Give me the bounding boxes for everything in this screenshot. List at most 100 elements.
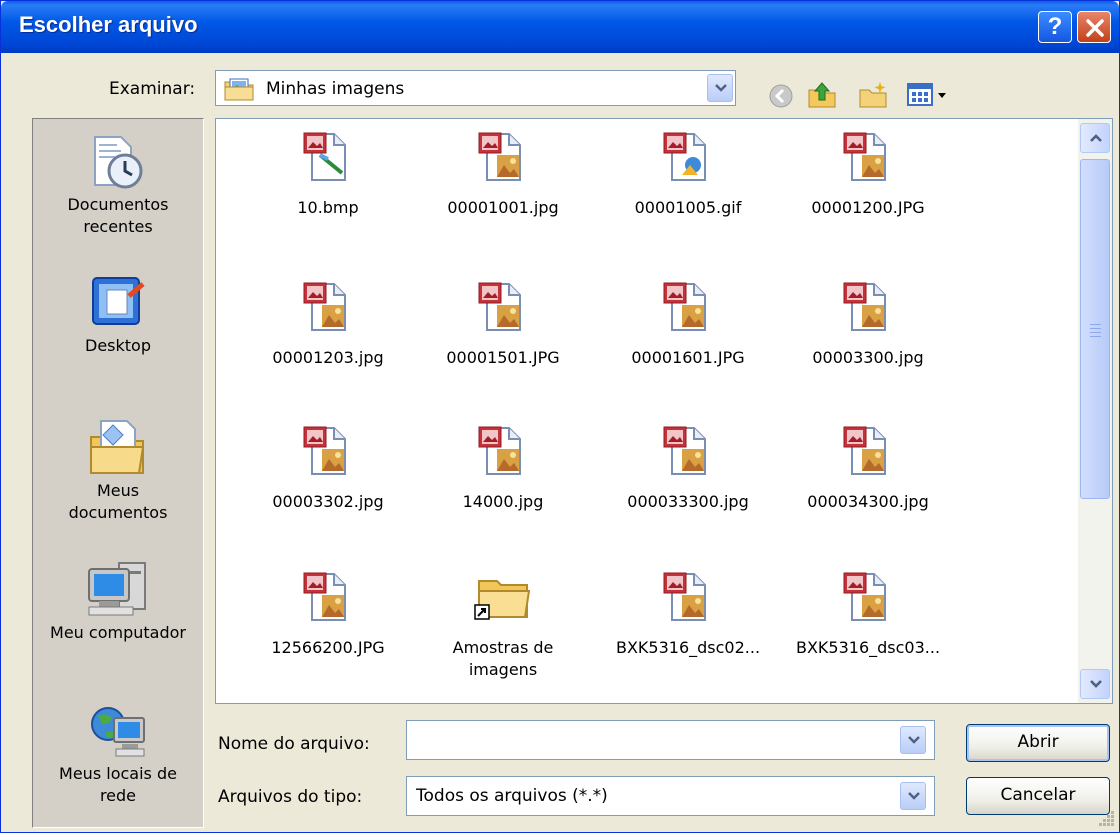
chevron-up-icon [1090,134,1102,142]
lookin-label: Examinar: [109,79,196,99]
file-name: 12566200.JPG [271,638,385,657]
jpg-file-icon [663,572,706,621]
new-folder-icon[interactable] [858,80,888,110]
places-bar: Documentos recentes Desktop Meus documen… [32,118,204,828]
file-name: BXK5316_dsc03... [795,638,941,657]
filetype-select[interactable]: Todos os arquivos (*.*) [406,776,935,816]
place-label: Desktop [85,336,151,355]
file-item[interactable]: 00001200.JPG [774,131,962,219]
folder-shortcut-icon [474,580,531,620]
bmp-file-icon [303,132,346,181]
view-menu-icon[interactable] [906,81,952,109]
filetype-dropdown-button[interactable] [900,782,926,810]
open-button[interactable]: Abrir [966,724,1110,762]
recent-documents-icon [94,136,143,189]
jpg-file-icon [663,282,706,331]
file-name: 000034300.jpg [807,492,929,511]
window-title: Escolher arquivo [19,12,198,37]
filename-input[interactable] [406,720,935,760]
network-places-icon [91,707,145,757]
scroll-thumb[interactable] [1080,159,1110,499]
scroll-up-button[interactable] [1080,123,1110,153]
lookin-dropdown[interactable]: Minhas imagens [215,70,736,106]
close-button[interactable] [1077,11,1111,43]
file-item[interactable]: 00001501.JPG [409,281,597,369]
file-name: 00001601.JPG [631,348,745,367]
place-label: Meus locais de rede [59,764,177,805]
chevron-down-icon [908,736,920,744]
place-network[interactable]: Meus locais de rede [33,704,203,807]
my-pictures-folder-icon [224,78,254,101]
file-item[interactable]: 000034300.jpg [774,425,962,513]
file-name: 00001005.gif [634,198,742,217]
place-label: Meus documentos [68,481,168,522]
jpg-file-icon [478,426,521,475]
file-name: 00003300.jpg [812,348,924,367]
filetype-value: Todos os arquivos (*.*) [416,786,608,806]
file-name: 10.bmp [297,198,359,217]
file-name: 00001501.JPG [446,348,560,367]
chevron-down-icon [1090,680,1102,688]
file-name: BXK5316_dsc02... [615,638,761,657]
my-computer-icon [88,562,146,616]
place-label: Meu computador [50,623,186,642]
file-item[interactable]: 00001601.JPG [594,281,782,369]
file-item[interactable]: 00001001.jpg [409,131,597,219]
filetype-label: Arquivos do tipo: [218,787,363,807]
close-icon [1086,19,1104,37]
up-folder-icon[interactable] [807,80,837,110]
desktop-icon [92,277,145,325]
chevron-down-icon [715,84,727,92]
file-item[interactable]: BXK5316_dsc03... [774,571,962,659]
help-button[interactable]: ? [1038,11,1072,43]
title-bar[interactable]: Escolher arquivo ? [1,1,1119,53]
jpg-file-icon [478,282,521,331]
jpg-file-icon [843,132,886,181]
jpg-file-icon [478,132,521,181]
file-item[interactable]: 000033300.jpg [594,425,782,513]
file-name: 00001001.jpg [447,198,559,217]
file-name: 00003302.jpg [272,492,384,511]
file-item[interactable]: 10.bmp [234,131,422,219]
file-list[interactable]: BXK5316_dsc03... BXK5316_dsc02... Amostras… [215,118,1113,704]
back-icon[interactable] [768,83,794,109]
file-name: 14000.jpg [462,492,544,511]
help-icon: ? [1047,13,1063,40]
place-recent-documents[interactable]: Documentos recentes [33,133,203,238]
place-label: Documentos recentes [67,195,169,236]
file-item[interactable]: 00003302.jpg [234,425,422,513]
file-item[interactable]: 00001203.jpg [234,281,422,369]
file-name: 00001200.JPG [811,198,925,217]
lookin-dropdown-button[interactable] [707,74,733,102]
lookin-value: Minhas imagens [266,79,405,99]
place-desktop[interactable]: Desktop [33,274,203,357]
jpg-file-icon [843,282,886,331]
jpg-file-icon [843,572,886,621]
jpg-file-icon [663,426,706,475]
scroll-down-button[interactable] [1080,669,1110,699]
file-name: Amostras de imagens [452,638,554,679]
gif-file-icon [663,132,706,181]
resize-grip-icon[interactable] [1095,807,1117,829]
file-open-dialog: Escolher arquivo ? Examinar: Minhas imag… [0,0,1120,833]
place-my-documents[interactable]: Meus documentos [33,415,203,524]
file-item[interactable]: BXK5316_dsc02... [594,571,782,659]
file-item[interactable]: 12566200.JPG [234,571,422,659]
jpg-file-icon [843,426,886,475]
my-documents-icon [90,420,145,474]
chevron-down-icon [908,792,920,800]
jpg-file-icon [303,426,346,475]
cancel-button[interactable]: Cancelar [966,777,1110,815]
jpg-file-icon [303,282,346,331]
file-item[interactable]: 00001005.gif [594,131,782,219]
file-item[interactable]: Amostras de imagens [409,571,597,681]
filename-dropdown-button[interactable] [900,726,926,754]
file-item[interactable]: 14000.jpg [409,425,597,513]
filename-label: Nome do arquivo: [218,734,370,754]
place-my-computer[interactable]: Meu computador [33,559,203,644]
file-item[interactable]: 00003300.jpg [774,281,962,369]
file-name: 00001203.jpg [272,348,384,367]
file-name: 000033300.jpg [627,492,749,511]
vertical-scrollbar[interactable] [1078,119,1112,703]
jpg-file-icon [303,572,346,621]
